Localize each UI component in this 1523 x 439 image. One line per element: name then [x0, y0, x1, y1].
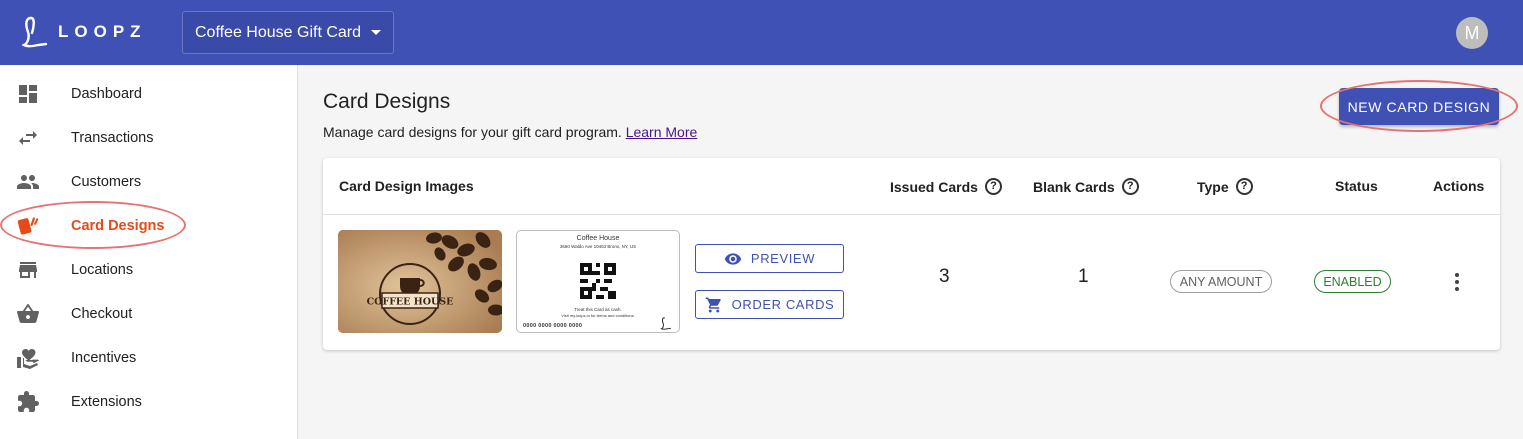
- header-blank-cards: Blank Cards ?: [1033, 178, 1139, 195]
- card-back-address: 3660 Waldo Ave 10463 Bronx, NY, US: [559, 244, 637, 249]
- app-name: LOOPZ: [58, 22, 147, 41]
- loopz-logo-icon: [660, 317, 671, 330]
- card-front-image[interactable]: COFFEE HOUSE: [338, 230, 502, 333]
- header-issued-cards: Issued Cards ?: [890, 178, 1002, 195]
- swap-arrows-icon: [19, 131, 37, 145]
- learn-more-link[interactable]: Learn More: [626, 124, 698, 140]
- header-type: Type ?: [1197, 178, 1253, 195]
- sidebar-item-label: Incentives: [71, 350, 137, 366]
- new-card-design-button[interactable]: NEW CARD DESIGN: [1339, 88, 1499, 125]
- preview-button[interactable]: PREVIEW: [695, 244, 844, 273]
- card-back-treat-text: Treat this Card as cash.: [574, 307, 622, 312]
- loopz-logo[interactable]: LOOPZ: [22, 16, 147, 48]
- sidebar-item-label: Dashboard: [71, 86, 142, 102]
- header-card-design-images: Card Design Images: [339, 178, 474, 194]
- storefront-icon: [19, 262, 37, 278]
- sidebar-item-label: Transactions: [71, 130, 154, 146]
- card-back-name: Coffee House: [576, 235, 620, 242]
- help-icon[interactable]: ?: [984, 178, 1002, 195]
- hand-heart-icon: [17, 349, 39, 369]
- sidebar: Dashboard Transactions Customers Card De…: [0, 65, 298, 439]
- more-vert-icon[interactable]: [1447, 270, 1467, 294]
- divider: [323, 214, 1500, 215]
- card-back-visit-text: Visit my.loopz.io for terms and conditio…: [561, 313, 635, 318]
- sidebar-item-card-designs[interactable]: Card Designs: [0, 204, 298, 248]
- header-actions: Actions: [1433, 178, 1484, 194]
- header-label: Card Design Images: [339, 178, 474, 194]
- header-label: Actions: [1433, 178, 1485, 194]
- card-designs-table: Card Design Images Issued Cards ? Blank …: [323, 158, 1500, 350]
- card-back-image[interactable]: Coffee House 3660 Waldo Ave 10463 Bronx,…: [516, 230, 680, 333]
- qr-code: [580, 263, 616, 299]
- program-select-value: Coffee House Gift Card: [195, 23, 362, 41]
- program-select[interactable]: Coffee House Gift Card: [182, 11, 394, 54]
- dashboard-icon: [19, 85, 37, 103]
- card-back-number: 0000 0000 0000 0000: [523, 323, 583, 329]
- sidebar-item-dashboard[interactable]: Dashboard: [0, 72, 298, 116]
- blank-cards-count: 1: [1078, 266, 1089, 287]
- page-subtitle-text: Manage card designs for your gift card p…: [323, 124, 622, 140]
- card-front-text: COFFEE HOUSE: [367, 297, 454, 308]
- header-label: Blank Cards: [1033, 178, 1115, 195]
- sidebar-item-label: Checkout: [71, 306, 133, 322]
- header-label: Type: [1197, 178, 1229, 195]
- status-badge: ENABLED: [1314, 270, 1391, 293]
- people-icon: [17, 175, 39, 189]
- order-cards-button-label: ORDER CARDS: [731, 297, 835, 312]
- sidebar-item-label: Extensions: [71, 394, 142, 410]
- sidebar-item-extensions[interactable]: Extensions: [0, 380, 298, 424]
- coffee-house-artwork: COFFEE HOUSE: [338, 230, 502, 333]
- eye-icon: [724, 252, 742, 265]
- loopz-logo-icon: [22, 16, 48, 48]
- top-app-bar: LOOPZ Coffee House Gift Card M: [0, 0, 1523, 65]
- header-status: Status: [1335, 178, 1378, 194]
- sidebar-item-label: Card Designs: [71, 218, 165, 234]
- type-chip: ANY AMOUNT: [1170, 270, 1272, 293]
- page-title: Card Designs: [323, 90, 451, 113]
- basket-icon: [17, 304, 39, 323]
- preview-button-label: PREVIEW: [750, 251, 816, 266]
- sidebar-item-incentives[interactable]: Incentives: [0, 336, 298, 380]
- sidebar-item-label: Locations: [71, 262, 134, 278]
- help-icon[interactable]: ?: [1235, 178, 1253, 195]
- sidebar-item-locations[interactable]: Locations: [0, 248, 298, 292]
- chevron-down-icon: [371, 30, 382, 35]
- sidebar-item-checkout[interactable]: Checkout: [0, 292, 298, 336]
- cart-icon: [705, 297, 721, 312]
- user-avatar[interactable]: M: [1456, 17, 1488, 49]
- sidebar-item-label: Customers: [71, 174, 142, 190]
- cards-icon: [17, 217, 39, 235]
- sidebar-item-transactions[interactable]: Transactions: [0, 116, 298, 160]
- page-subtitle: Manage card designs for your gift card p…: [323, 124, 697, 140]
- order-cards-button[interactable]: ORDER CARDS: [695, 290, 844, 319]
- help-icon[interactable]: ?: [1121, 178, 1139, 195]
- header-label: Issued Cards: [890, 178, 978, 195]
- puzzle-icon: [18, 391, 39, 412]
- header-label: Status: [1335, 178, 1378, 194]
- issued-cards-count: 3: [939, 266, 950, 287]
- sidebar-item-customers[interactable]: Customers: [0, 160, 298, 204]
